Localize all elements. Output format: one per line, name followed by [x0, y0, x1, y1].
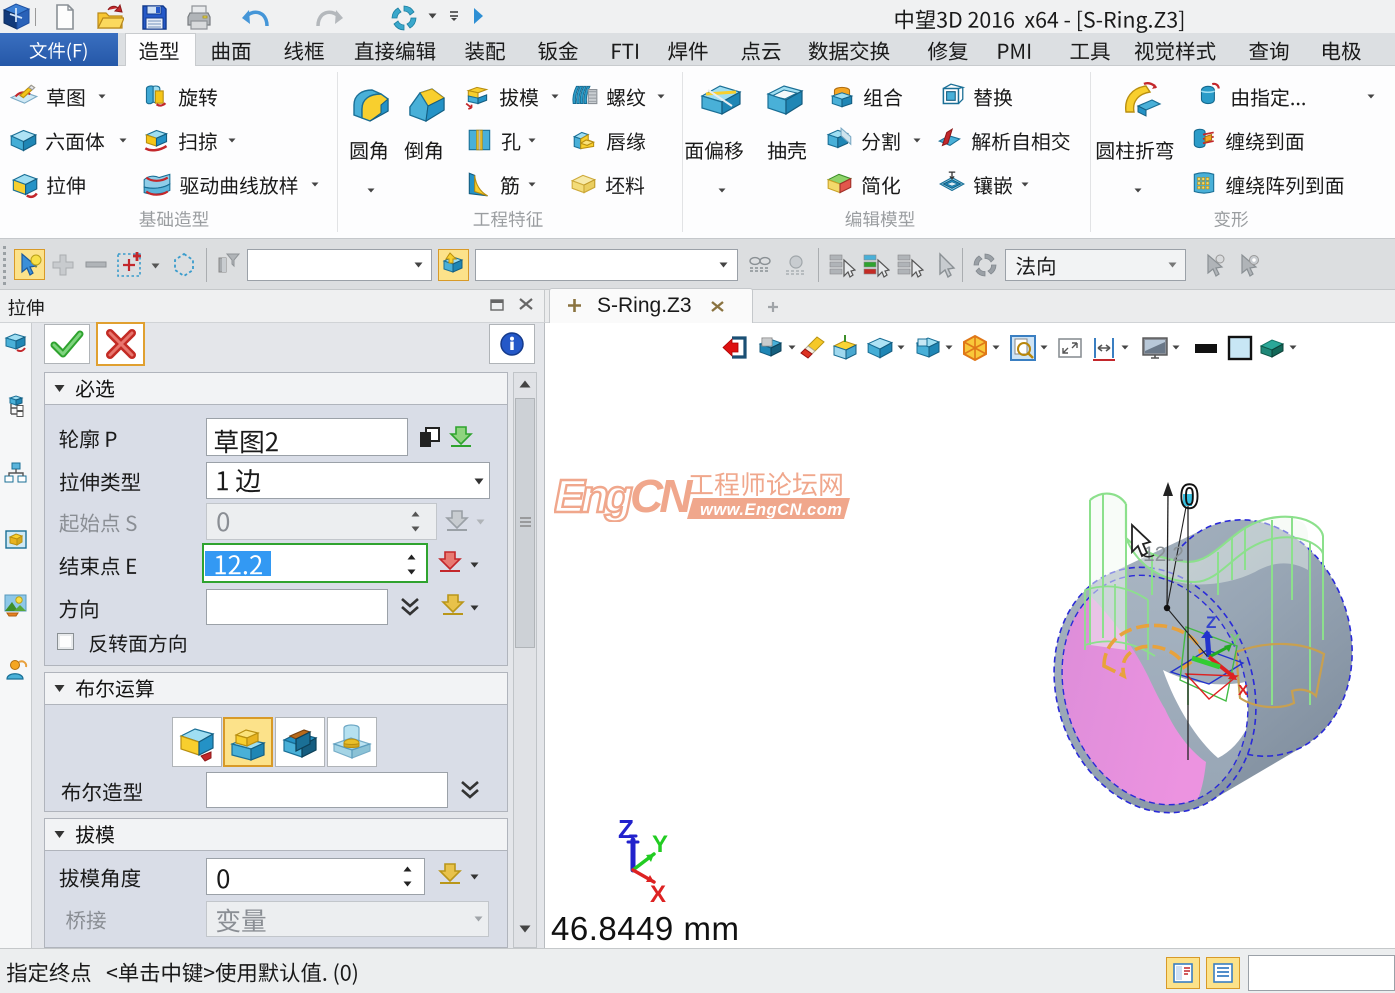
svg-text:Z: Z [618, 814, 634, 844]
svg-text:12.2: 12.2 [1143, 543, 1184, 566]
svg-text:Eng: Eng [554, 470, 633, 522]
svg-text:CN: CN [630, 470, 693, 522]
svg-text:www.EngCN.com: www.EngCN.com [700, 501, 842, 519]
svg-text:X: X [650, 881, 666, 907]
svg-text:Y: Y [652, 831, 668, 858]
svg-text:0: 0 [1180, 478, 1199, 516]
svg-text:X: X [1238, 682, 1248, 699]
svg-text:Z: Z [1206, 613, 1216, 632]
svg-text:Y: Y [1230, 631, 1240, 648]
